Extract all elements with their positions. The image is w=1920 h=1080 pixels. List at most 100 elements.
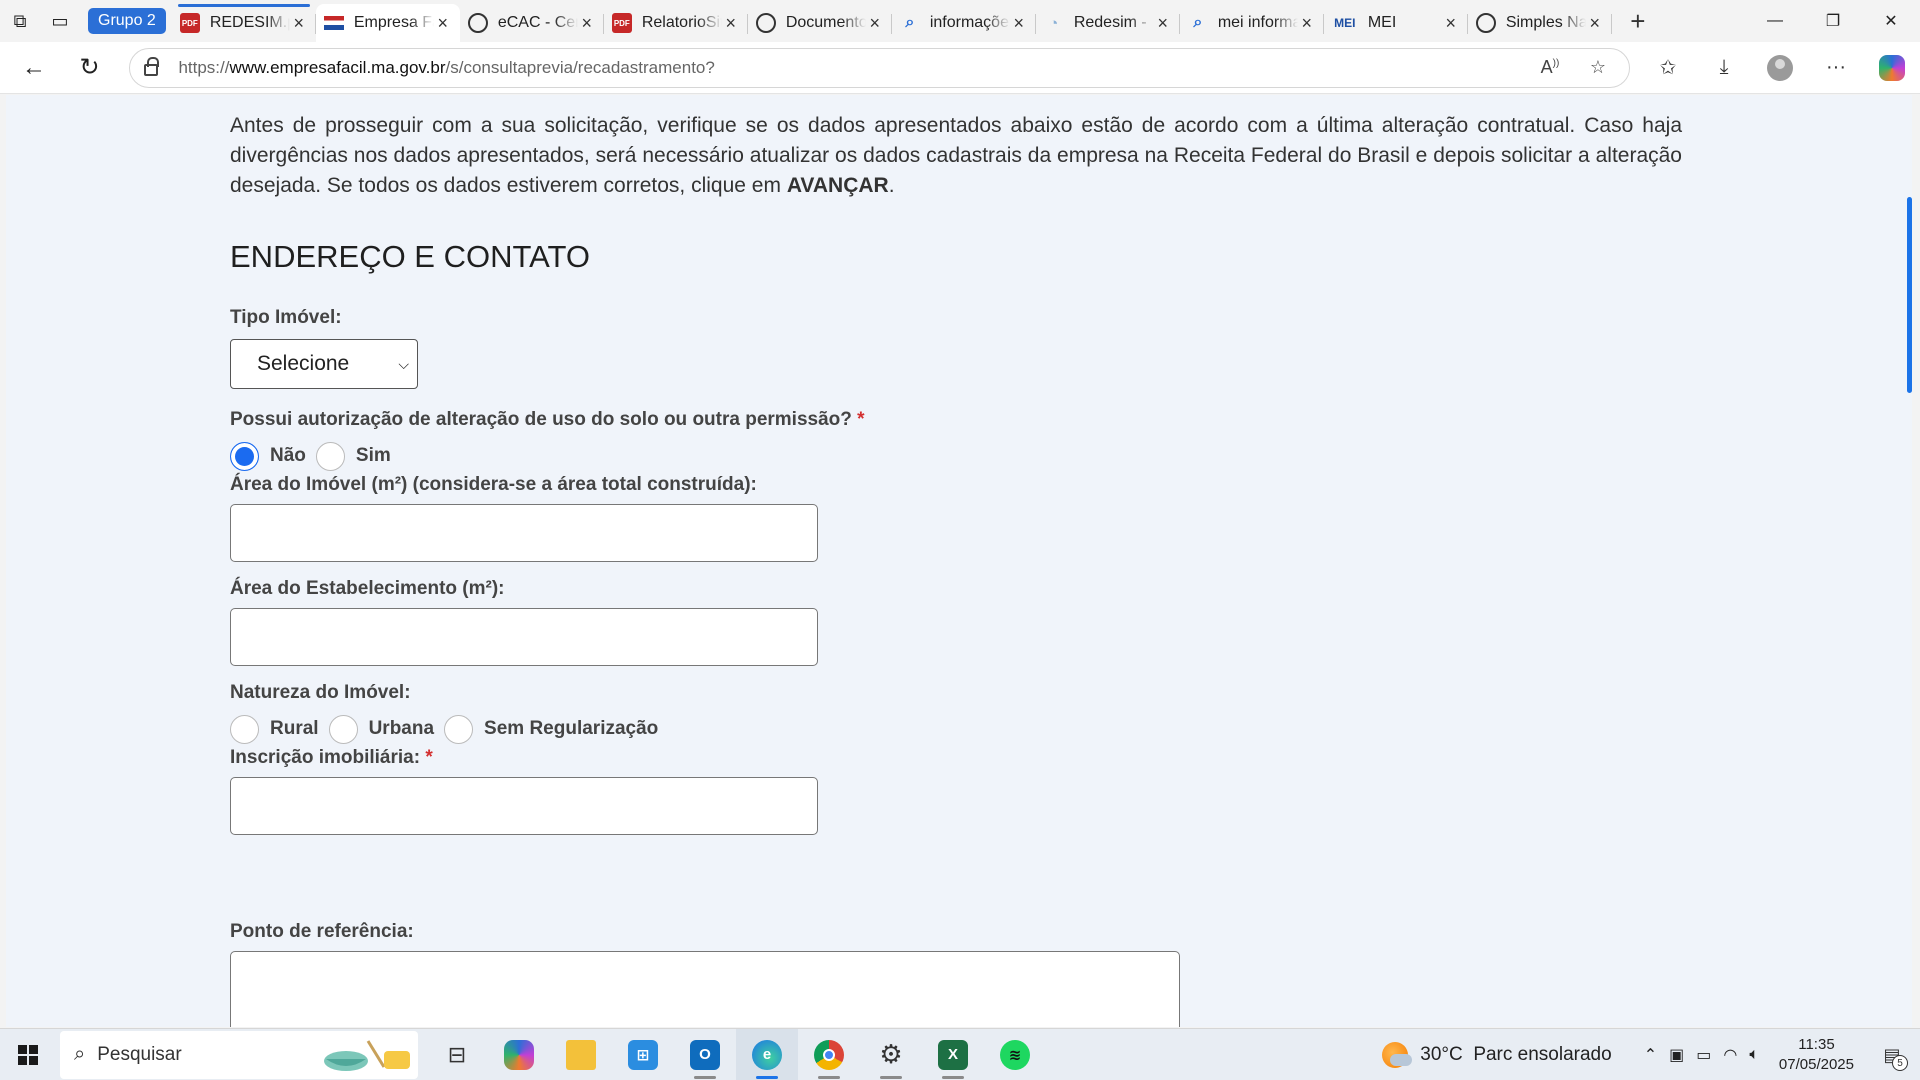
profile-button[interactable] — [1752, 48, 1808, 88]
copilot-app[interactable] — [488, 1029, 550, 1080]
favorites-icon[interactable]: ✩ — [1640, 48, 1696, 88]
close-tab-icon[interactable]: × — [1442, 13, 1460, 34]
natureza-sem-regularizacao-label[interactable]: Sem Regularização — [484, 718, 658, 740]
file-explorer-app[interactable] — [550, 1029, 612, 1080]
natureza-rural-radio[interactable] — [230, 714, 259, 744]
chevron-up-icon[interactable]: ⌃ — [1644, 1045, 1657, 1065]
area-estabelecimento-input[interactable] — [230, 608, 818, 666]
battery-icon[interactable]: ▭ — [1696, 1045, 1711, 1065]
notifications-button[interactable]: ▤ 5 — [1872, 1035, 1912, 1075]
browser-toolbar: ← ↻ https://www.empresafacil.ma.gov.br/s… — [0, 42, 1920, 94]
clock-time: 11:35 — [1798, 1036, 1835, 1053]
volume-icon[interactable]: 🔈︎ — [1749, 1046, 1759, 1064]
close-window-icon[interactable]: ✕ — [1862, 0, 1920, 42]
refresh-icon[interactable]: ↻ — [68, 48, 112, 88]
lock-icon[interactable] — [144, 56, 160, 76]
meet-icon[interactable]: ▣ — [1669, 1045, 1684, 1065]
downloads-icon[interactable]: ⤓ — [1696, 48, 1752, 88]
url-text[interactable]: https://www.empresafacil.ma.gov.br/s/con… — [178, 58, 1519, 78]
outlook-app[interactable]: O — [674, 1029, 736, 1080]
pdf-icon: PDF — [179, 13, 200, 33]
chrome-app[interactable] — [798, 1029, 860, 1080]
taskbar-clock[interactable]: 11:35 07/05/2025 — [1779, 1035, 1854, 1075]
search-icon: ⌕ — [1193, 14, 1203, 31]
wifi-icon[interactable]: ◠ — [1723, 1045, 1737, 1065]
weather-widget[interactable]: 30°C Parc ensolarado — [1382, 1042, 1612, 1068]
tab-title: Empresa Fácil — [353, 14, 434, 31]
settings-app[interactable]: ⚙ — [860, 1029, 922, 1080]
browser-tab[interactable]: ⌕ mei informações× — [1180, 4, 1324, 42]
start-button[interactable] — [0, 1029, 56, 1080]
ponto-referencia-label: Ponto de referência: — [230, 921, 414, 942]
autorizacao-radio-group: Não Sim — [230, 441, 1682, 471]
clock-date: 07/05/2025 — [1778, 1056, 1854, 1073]
excel-icon: X — [938, 1039, 968, 1070]
browser-tab[interactable]: Simples Nacional× — [1468, 4, 1612, 42]
store-icon: ⊞ — [628, 1039, 658, 1070]
close-tab-icon[interactable]: × — [578, 13, 596, 34]
chrome-icon — [814, 1039, 844, 1070]
taskbar-search[interactable]: ⌕ Pesquisar — [60, 1030, 418, 1079]
restore-icon[interactable]: ❐ — [1804, 0, 1862, 42]
browser-tab[interactable]: PDF RelatorioSituacao.pdf× — [604, 4, 748, 42]
browser-tab[interactable]: PDF REDESIM.pdf× — [172, 4, 316, 42]
scrollbar-thumb[interactable] — [1907, 197, 1912, 393]
edge-app[interactable]: e — [736, 1028, 798, 1080]
spotify-app[interactable]: ≋ — [984, 1029, 1046, 1080]
close-tab-icon[interactable]: × — [722, 13, 740, 34]
form-container: Antes de prosseguir com a sua solicitaçã… — [230, 111, 1682, 1027]
browser-tab[interactable]: ⌕ informações × — [892, 4, 1036, 42]
address-bar[interactable]: https://www.empresafacil.ma.gov.br/s/con… — [129, 47, 1630, 88]
natureza-sem-regularizacao-radio[interactable] — [444, 714, 474, 744]
copilot-icon — [1879, 54, 1905, 81]
natureza-urbana-label[interactable]: Urbana — [369, 718, 434, 740]
close-tab-icon[interactable]: × — [866, 13, 884, 34]
natureza-rural-label[interactable]: Rural — [270, 718, 319, 740]
area-imovel-input[interactable] — [230, 504, 818, 562]
tab-title: RelatorioSituacao.pdf — [641, 14, 722, 31]
store-app[interactable]: ⊞ — [612, 1029, 674, 1080]
excel-app[interactable]: X — [922, 1029, 984, 1080]
copilot-button[interactable] — [1864, 48, 1920, 88]
copilot-app-icon — [504, 1039, 534, 1070]
browser-tab[interactable]: eCAC - Centro Virtual× — [460, 4, 604, 42]
close-tab-icon[interactable]: × — [1010, 13, 1028, 34]
back-icon[interactable]: ← — [12, 48, 56, 88]
area-imovel-label: Área do Imóvel (m²) (considera-se a área… — [230, 474, 757, 495]
browser-tab[interactable]: ◔ Redesim - × — [1036, 4, 1180, 42]
tab-title: REDESIM.pdf — [209, 14, 290, 31]
close-tab-icon[interactable]: × — [1298, 13, 1316, 34]
read-aloud-icon[interactable]: A)) — [1533, 57, 1567, 78]
close-tab-icon[interactable]: × — [1154, 13, 1172, 34]
tipo-imovel-select[interactable]: Selecione ⌵ — [230, 339, 418, 389]
close-tab-icon[interactable]: × — [434, 13, 452, 34]
browser-tab[interactable]: MEI MEI × — [1324, 4, 1468, 42]
inscricao-input[interactable] — [230, 777, 818, 835]
search-icon: ⌕ — [74, 1043, 86, 1065]
ponto-referencia-textarea[interactable] — [230, 951, 1180, 1027]
autorizacao-nao-radio[interactable] — [230, 441, 259, 471]
natureza-radio-group: Rural Urbana Sem Regularização — [230, 714, 1682, 744]
search-placeholder: Pesquisar — [97, 1043, 182, 1065]
close-tab-icon[interactable]: × — [290, 13, 308, 34]
minimize-icon[interactable]: — — [1746, 0, 1804, 42]
tab-group-chip[interactable]: Grupo 2 — [88, 8, 166, 34]
favorite-star-icon[interactable]: ☆ — [1581, 57, 1615, 78]
autorizacao-nao-label[interactable]: Não — [270, 445, 306, 467]
weather-desc: Parc ensolarado — [1473, 1044, 1612, 1065]
wifi-icon: ◔ — [1049, 14, 1059, 32]
autorizacao-label: Possui autorização de alteração de uso d… — [230, 409, 865, 430]
tab-actions-icon[interactable]: ▭ — [40, 0, 80, 42]
close-tab-icon[interactable]: × — [1586, 13, 1604, 34]
autorizacao-sim-label[interactable]: Sim — [356, 445, 391, 467]
natureza-urbana-radio[interactable] — [328, 714, 358, 744]
browser-tab[interactable]: Documentos× — [748, 4, 892, 42]
browser-tab[interactable]: Empresa Fácil× — [315, 4, 460, 42]
required-mark: * — [857, 409, 865, 430]
new-tab-icon[interactable]: + — [1618, 2, 1658, 40]
task-view-button[interactable]: ⊟ — [426, 1029, 488, 1080]
more-icon[interactable]: ··· — [1808, 48, 1864, 88]
globe-icon — [755, 13, 776, 33]
workspaces-icon[interactable]: ⧉ — [0, 0, 40, 42]
autorizacao-sim-radio[interactable] — [315, 441, 345, 471]
